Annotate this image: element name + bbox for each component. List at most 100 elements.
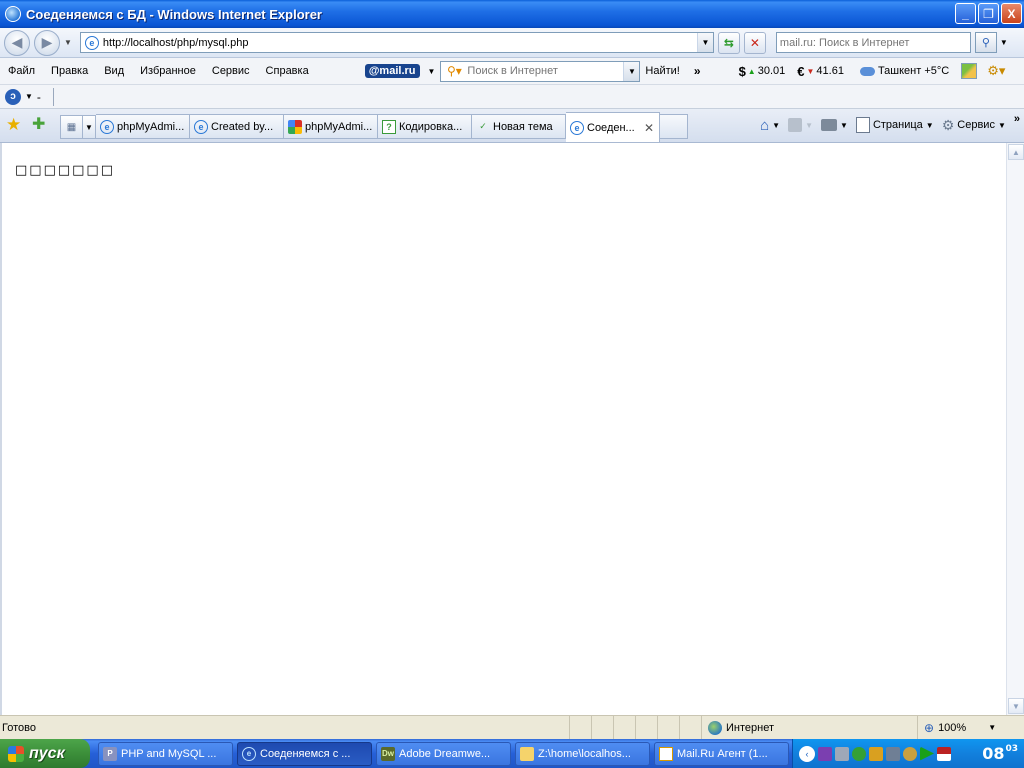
language-flag-icon[interactable] <box>937 746 951 761</box>
start-button[interactable]: пуск <box>0 739 90 768</box>
search-options-dropdown[interactable]: ▼ <box>1000 38 1012 47</box>
taskbar-item-folder[interactable]: Z:\home\localhos... <box>515 741 650 766</box>
mailru-search-dropdown[interactable]: ▼ <box>623 61 640 81</box>
taskbar-item-dreamweaver[interactable]: Dw Adobe Dreamwe... <box>376 741 511 766</box>
tools-tray-icon[interactable] <box>869 746 883 761</box>
menu-view[interactable]: Вид <box>96 65 132 77</box>
address-input[interactable] <box>102 36 697 49</box>
usd-rate[interactable]: $ ▲ 30.01 <box>739 64 786 79</box>
links-dropdown[interactable]: ▼ <box>25 92 33 101</box>
zoom-icon: ⊕ <box>924 720 935 735</box>
play-icon[interactable] <box>920 746 934 761</box>
tools-menu-button[interactable]: ⚙ Сервис ▼ <box>942 117 1006 134</box>
new-tab-button[interactable] <box>660 114 688 139</box>
weather-text: Ташкент +5°C <box>877 65 950 77</box>
task-label: PHP and MySQL ... <box>121 747 217 760</box>
disk-icon[interactable] <box>903 746 917 761</box>
address-dropdown[interactable]: ▼ <box>696 33 713 52</box>
tab-new-topic[interactable]: ✓ Новая тема <box>472 114 566 139</box>
tab-kodirovka[interactable]: ? Кодировка... <box>378 114 472 139</box>
pen-icon[interactable] <box>818 746 832 761</box>
forward-arrow-icon: ▶ <box>41 34 53 50</box>
zoom-control[interactable]: ⊕ 100% ▼ <box>918 721 996 735</box>
scroll-down-arrow-icon[interactable]: ▼ <box>1008 698 1024 714</box>
php-icon: P <box>103 746 117 761</box>
folder-icon <box>520 746 534 761</box>
taskbar-item-php-mysql[interactable]: P PHP and MySQL ... <box>98 741 233 766</box>
windows-logo-icon <box>8 745 24 762</box>
close-tab-icon[interactable]: ✕ <box>644 121 654 135</box>
network-icon[interactable] <box>886 746 900 761</box>
refresh-button[interactable]: ⇆ <box>717 31 740 54</box>
tab-active-connect-db[interactable]: e Соеден... ✕ <box>566 112 660 142</box>
mailru-menu-dropdown[interactable]: ▼ <box>428 67 436 76</box>
eye-icon[interactable] <box>852 746 866 761</box>
links-toolbar: ↄ ▼ - <box>0 85 1024 109</box>
tab-bar: ★ ✚ ▦ ▼ e phpMyAdmi... e Created by... p… <box>0 109 1024 143</box>
vertical-scrollbar[interactable]: ▲ ▼ <box>1006 143 1024 715</box>
menu-tools[interactable]: Сервис <box>204 65 258 77</box>
search-input[interactable] <box>776 36 970 49</box>
minimize-button[interactable]: _ <box>955 3 976 24</box>
clock[interactable]: 08 03 <box>982 744 1018 763</box>
search-button[interactable]: ⚲ <box>974 32 997 53</box>
mailru-search-icon[interactable]: ⚲▾ <box>441 64 467 78</box>
zoom-dropdown-icon[interactable]: ▼ <box>988 723 996 732</box>
tab-list-dropdown[interactable]: ▼ <box>82 115 96 139</box>
taskbar-item-ie[interactable]: e Соеденяемся с ... <box>237 741 372 766</box>
dreamweaver-icon: Dw <box>381 746 395 761</box>
page-menu-button[interactable]: Страница ▼ <box>855 117 934 133</box>
tab-phpmyadmin-1[interactable]: e phpMyAdmi... <box>96 114 190 139</box>
close-button[interactable]: X <box>1001 3 1022 24</box>
security-zone[interactable]: Интернет <box>702 716 918 739</box>
menu-file[interactable]: Файл <box>0 65 43 77</box>
title-bar[interactable]: Соеденяемся с БД - Windows Internet Expl… <box>0 0 1024 28</box>
feeds-dropdown[interactable]: ▼ <box>805 121 813 130</box>
menu-favorites[interactable]: Избранное <box>132 65 204 77</box>
tab-created-by[interactable]: e Created by... <box>190 114 284 139</box>
search-field <box>775 32 971 53</box>
quick-tabs-button[interactable]: ▦ <box>60 115 82 139</box>
feeds-button[interactable]: ▼ <box>788 118 813 132</box>
links-separator-text: - <box>36 89 41 104</box>
ie-icon: e <box>194 119 208 134</box>
home-button[interactable]: ⌂ ▼ <box>760 117 780 134</box>
tab-label: phpMyAdmi... <box>117 120 185 133</box>
mailru-search-field: ⚲▾ ▼ <box>440 60 641 82</box>
mailru-search-input[interactable] <box>467 65 624 77</box>
tray-expand-icon[interactable]: ‹ <box>799 745 815 762</box>
map-icon[interactable] <box>961 63 978 79</box>
add-favorites-icon[interactable]: ✚ <box>32 115 52 135</box>
home-dropdown[interactable]: ▼ <box>772 121 780 130</box>
eur-rate[interactable]: € ▼ 41.61 <box>797 64 844 79</box>
recent-pages-dropdown[interactable]: ▼ <box>64 38 72 47</box>
mailru-settings-icon[interactable]: ⚙▾ <box>987 63 1005 79</box>
taskbar-item-mail-agent[interactable]: Mail.Ru Агент (1... <box>654 741 789 766</box>
print-dropdown[interactable]: ▼ <box>840 121 848 130</box>
eur-rate-value: 41.61 <box>816 65 844 77</box>
links-app-icon[interactable]: ↄ <box>5 88 21 105</box>
scroll-up-arrow-icon[interactable]: ▲ <box>1008 144 1024 160</box>
print-button[interactable]: ▼ <box>821 119 848 131</box>
menu-help[interactable]: Справка <box>258 65 317 77</box>
mailru-find-button[interactable]: Найти! <box>645 65 679 77</box>
weather-widget[interactable]: Ташкент +5°C <box>859 65 950 77</box>
help-icon: ? <box>382 119 396 134</box>
printer-icon <box>821 119 838 131</box>
stop-button[interactable]: ✕ <box>743 31 766 54</box>
address-bar: e ▼ <box>79 32 714 53</box>
forward-button[interactable]: ▶ <box>34 29 60 56</box>
dollar-icon: $ <box>738 63 746 79</box>
command-more-chevron[interactable]: » <box>1014 113 1020 125</box>
mailru-more-chevron[interactable]: » <box>694 64 701 78</box>
tab-label: Кодировка... <box>399 120 463 133</box>
menu-edit[interactable]: Правка <box>43 65 96 77</box>
window-controls: _ ❐ X <box>955 3 1022 24</box>
mailru-logo[interactable]: @mail.ru <box>364 64 420 78</box>
signal-icon[interactable] <box>835 746 849 761</box>
tab-phpmyadmin-2[interactable]: phpMyAdmi... <box>284 114 378 139</box>
back-button[interactable]: ◀ <box>4 29 30 56</box>
page-body-text: □□□□□□□ <box>15 163 115 178</box>
maximize-button[interactable]: ❐ <box>978 3 999 24</box>
favorites-center-icon[interactable]: ★ <box>6 115 26 135</box>
